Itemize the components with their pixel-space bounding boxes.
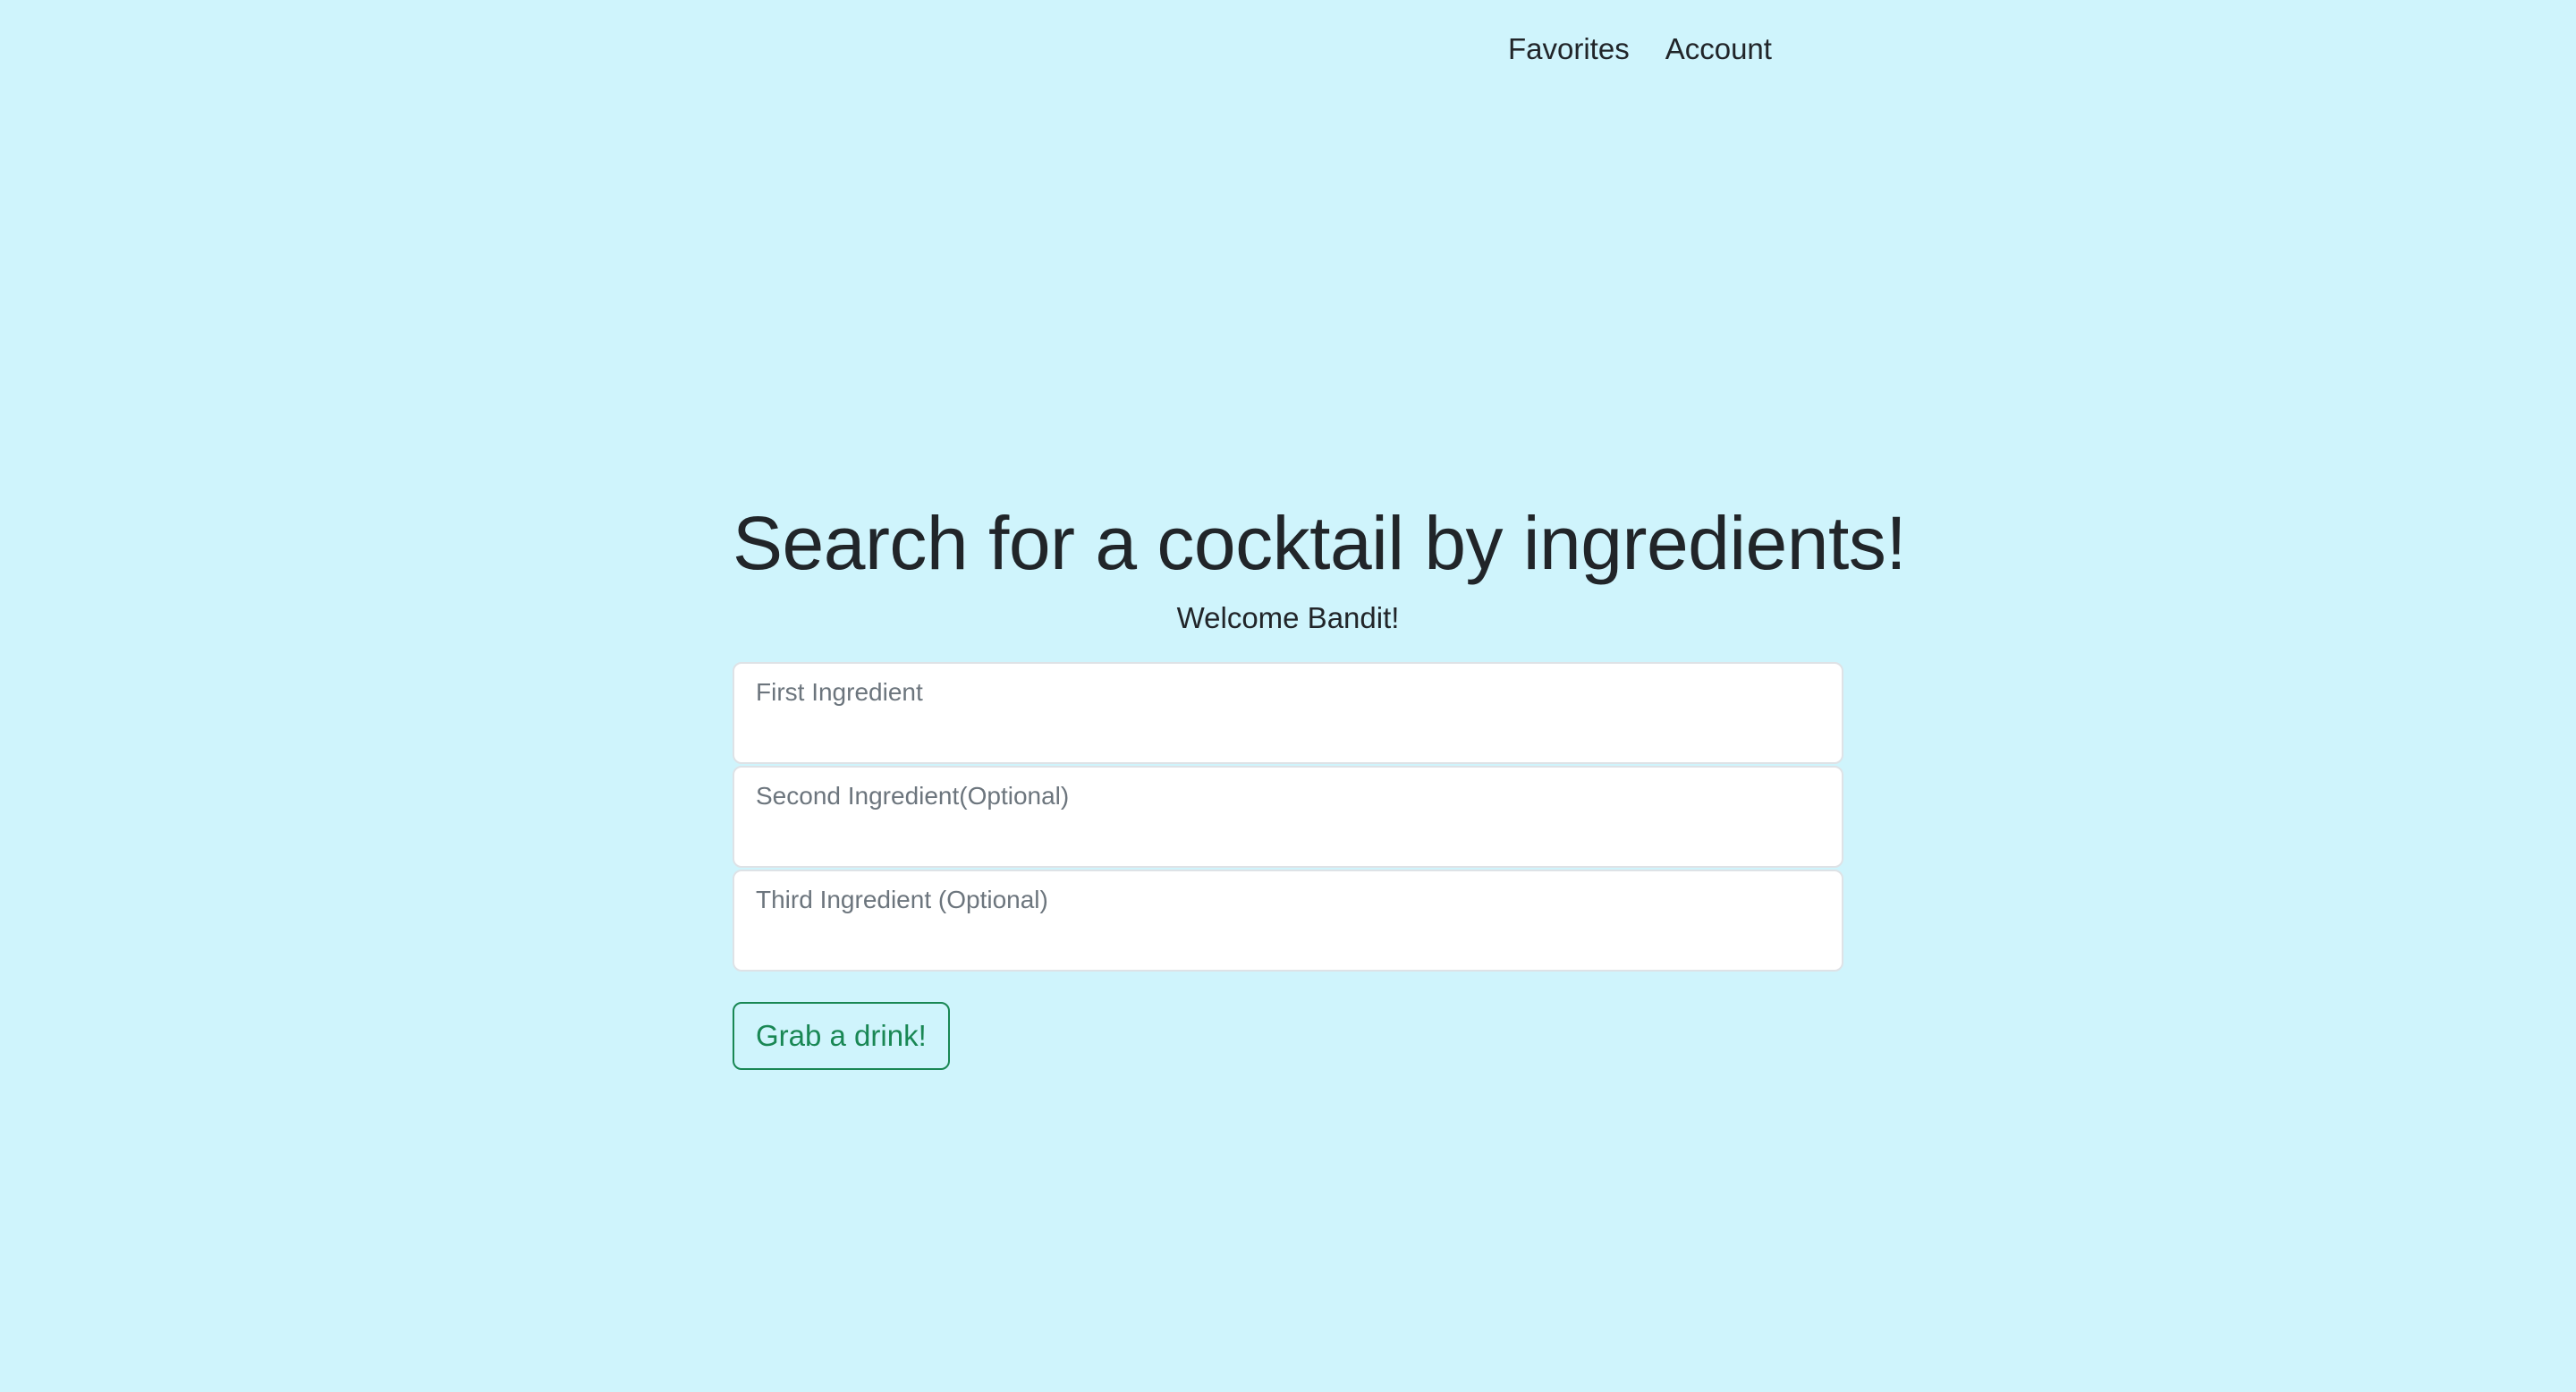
ingredient-search-form: First Ingredient Second Ingredient(Optio… — [733, 662, 1843, 1070]
nav-account-link[interactable]: Account — [1648, 27, 1790, 72]
first-ingredient-group: First Ingredient — [733, 662, 1843, 764]
third-ingredient-group: Third Ingredient (Optional) — [733, 870, 1843, 972]
second-ingredient-input[interactable] — [733, 766, 1843, 868]
welcome-message: Welcome Bandit! — [1176, 601, 1400, 634]
search-section: Search for a cocktail by ingredients! We… — [733, 497, 1907, 1070]
third-ingredient-input[interactable] — [733, 870, 1843, 972]
second-ingredient-group: Second Ingredient(Optional) — [733, 766, 1843, 868]
nav-favorites-link[interactable]: Favorites — [1490, 27, 1648, 72]
grab-a-drink-button[interactable]: Grab a drink! — [733, 1002, 950, 1070]
first-ingredient-input[interactable] — [733, 662, 1843, 764]
page-title: Search for a cocktail by ingredients! — [733, 501, 1907, 585]
top-nav: Favorites Account — [1490, 27, 1790, 72]
